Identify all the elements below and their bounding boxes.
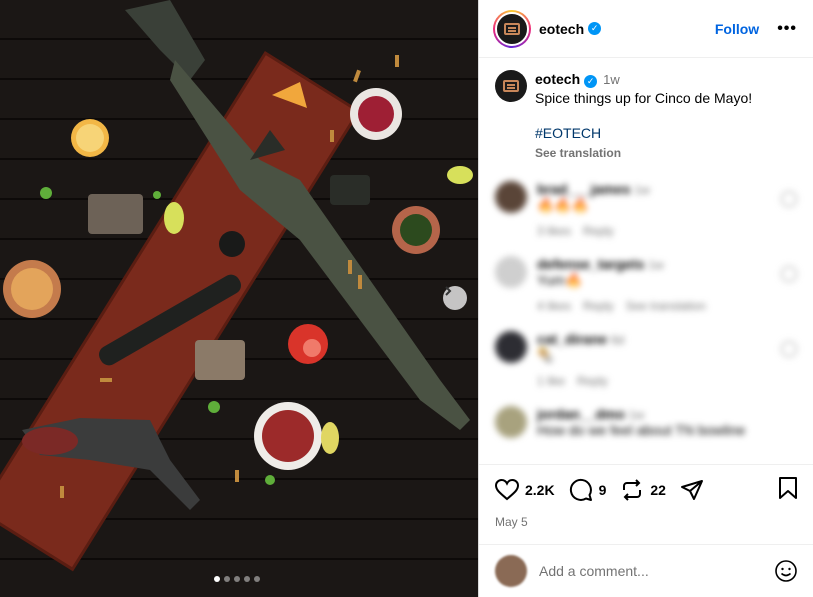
repost-button[interactable]: 22 [620,478,666,502]
comment-username[interactable]: brad___james [537,181,630,197]
comment-input[interactable]: Add a comment... [539,563,774,579]
chevron-right-icon [445,286,452,296]
action-bar: 2.2K 9 22 May 5 [479,464,813,529]
comment-text: 🔥🔥🔥 [537,197,590,213]
emoji-icon[interactable] [774,559,798,583]
carousel-dot [234,576,240,582]
username[interactable]: eotech [539,21,584,37]
bookmark-icon [779,476,797,499]
more-options-icon[interactable]: ••• [777,20,797,38]
comment-like-icon[interactable] [781,191,797,207]
avatar[interactable] [495,331,527,363]
carousel-dot [214,576,220,582]
post-image[interactable] [0,0,478,597]
verified-badge-icon: ✓ [588,22,602,35]
comment-time: 1w [628,408,645,422]
flatlay-photo [0,0,478,597]
see-translation-link[interactable]: See translation [535,146,621,160]
reply-button[interactable]: Reply [583,224,614,238]
like-button[interactable]: 2.2K [495,479,555,501]
reply-button[interactable]: Reply [583,299,614,313]
comment-username[interactable]: cat_dirane [537,331,607,347]
repost-icon [623,479,642,501]
comment-time: 1w [648,258,664,272]
post-header: eotech ✓ Follow ••• [479,0,813,58]
hashtag-link[interactable]: #EOTECH [535,124,752,143]
verified-badge-icon: ✓ [584,75,598,88]
follow-button[interactable]: Follow [715,21,759,37]
comment-text: 🌯 [537,347,555,363]
caption-text: Spice things up for Cinco de Mayo! [535,90,753,106]
post-date[interactable]: May 5 [495,515,798,529]
next-slide-button[interactable] [443,286,467,310]
comment-likes[interactable]: 3 likes [537,224,571,238]
likes-count[interactable]: 2.2K [525,482,555,498]
comment-like-icon[interactable] [781,341,797,357]
comment-icon [569,478,592,501]
comment-item: defense_targets 1w Yum🔥 4 likes Reply See … [495,256,797,313]
eotech-logo-icon [504,22,520,35]
eotech-logo-icon [503,80,519,92]
caption-time: 1w [603,72,620,87]
post-sidebar: eotech ✓ Follow ••• eotech ✓ 1w Spice thin… [478,0,813,597]
reposts-count: 22 [650,482,666,498]
avatar [495,555,527,587]
carousel-indicator [214,576,260,582]
avatar[interactable] [495,181,527,213]
avatar[interactable] [495,406,527,438]
comment-item: cat_dirane 6d 🌯 1 like Reply [495,331,797,388]
comment-likes[interactable]: 4 likes [537,299,571,313]
caption-username[interactable]: eotech [535,71,580,87]
see-translation-link[interactable]: See translation [626,299,706,313]
comment-button[interactable]: 9 [569,478,607,502]
avatar [495,11,529,46]
comment-time: 6d [610,333,625,347]
comment-time: 1w [634,183,650,197]
comment-like-icon[interactable] [781,266,797,282]
holographic-sight [88,194,143,234]
comment-item: jordan__dmo 1w How do we feel about TN b… [495,406,797,438]
comments-count: 9 [598,482,607,498]
avatar[interactable] [495,256,527,288]
carousel-dot [254,576,260,582]
comment-text: Yum🔥 [537,272,583,288]
comment-likes[interactable]: 1 like [537,374,565,388]
comment-composer: Add a comment... [479,544,813,597]
comment-item: brad___james 1w 🔥🔥🔥 3 likes Reply [495,181,797,238]
share-button[interactable] [680,478,704,502]
carousel-dot [244,576,250,582]
avatar[interactable] [495,70,527,102]
reply-button[interactable]: Reply [577,374,608,388]
comments-list[interactable]: eotech ✓ 1w Spice things up for Cinco de M… [479,58,813,462]
heart-icon [495,479,519,501]
save-button[interactable] [778,476,798,505]
comment-text: How do we feel about TN bowline [537,422,746,438]
story-ring[interactable] [493,9,531,48]
carousel-dot [224,576,230,582]
comment-username[interactable]: defense_targets [537,256,644,272]
caption: eotech ✓ 1w Spice things up for Cinco de M… [495,70,797,163]
share-icon [680,480,703,500]
comment-username[interactable]: jordan__dmo [537,406,625,422]
